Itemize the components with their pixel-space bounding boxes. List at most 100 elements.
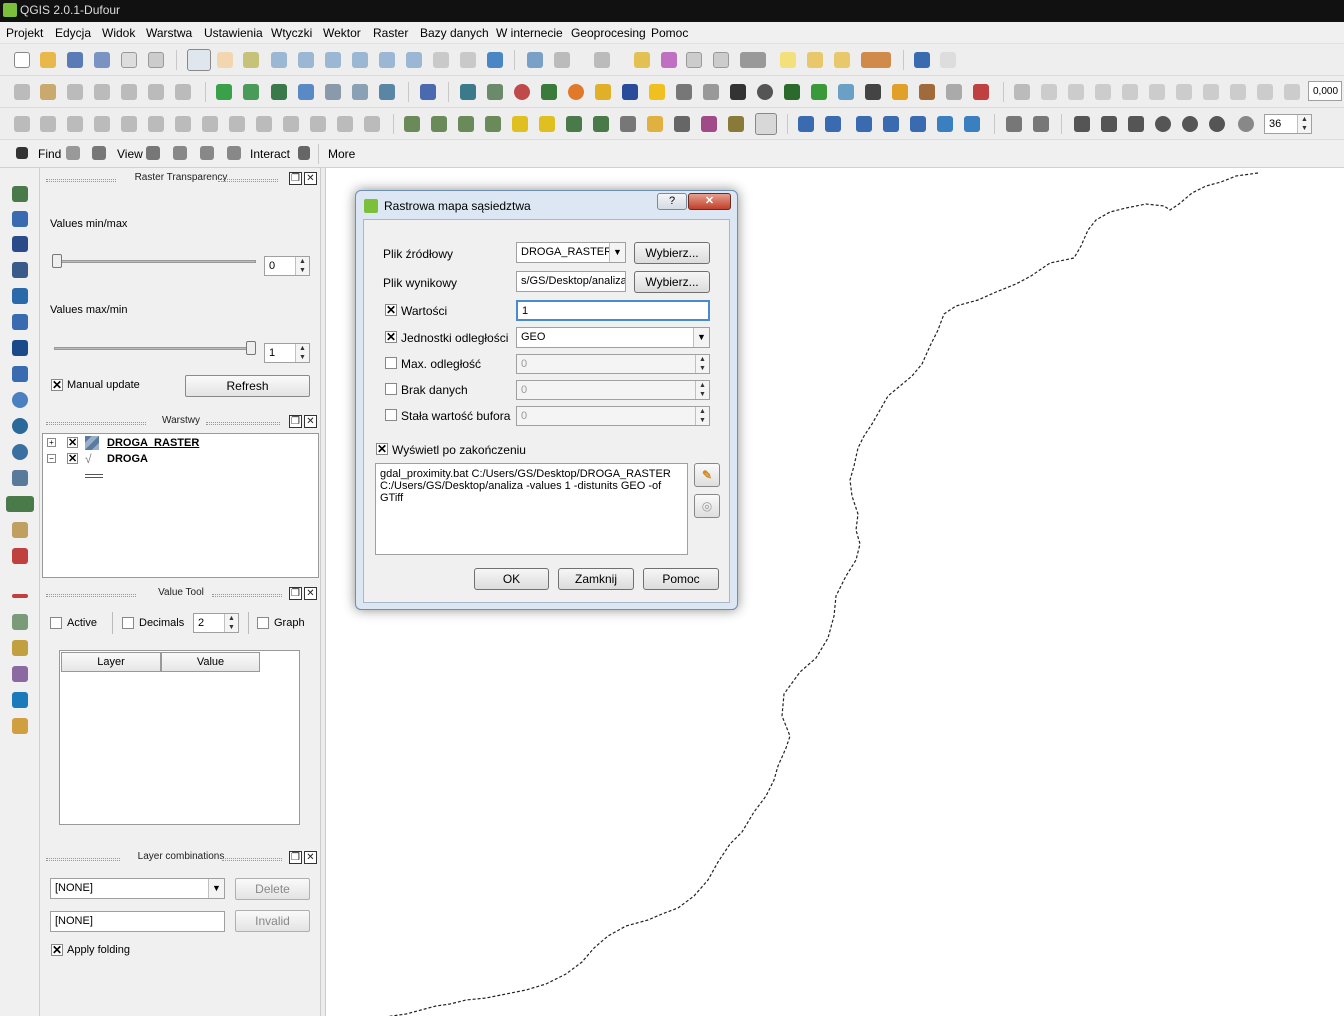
float-dock-icon[interactable]: ❐ (289, 587, 302, 600)
save-project-icon[interactable] (67, 52, 83, 68)
select-dropdown-icon[interactable] (554, 52, 570, 68)
plugin-tool-icon[interactable] (121, 84, 137, 100)
dock-grip[interactable] (46, 858, 120, 861)
plugin-tool-icon[interactable] (12, 614, 28, 630)
add-mssql-icon[interactable] (12, 288, 28, 304)
split-features-icon[interactable] (256, 116, 272, 132)
shape-tool-icon[interactable] (1155, 116, 1171, 132)
plugin-tool-icon[interactable] (811, 84, 827, 100)
maxdist-spinbox[interactable]: 0 ▲ ▼ (516, 354, 710, 374)
new-layer-dropdown-icon[interactable] (6, 496, 34, 512)
plugin-tool-icon[interactable] (12, 692, 28, 708)
save-edits-icon[interactable] (1068, 84, 1084, 100)
min-slider-track[interactable] (54, 260, 256, 263)
show-bookmarks-icon[interactable] (834, 52, 850, 68)
plugin-tool-icon[interactable] (622, 84, 638, 100)
menu-raster[interactable]: Raster (373, 26, 408, 40)
add-raster-layer-icon[interactable] (243, 84, 259, 100)
merge-features-icon[interactable] (283, 116, 299, 132)
zoom-out-icon[interactable] (298, 52, 314, 68)
min-value-spinbox[interactable]: 0 ▲ ▼ (264, 256, 310, 276)
select-area-icon[interactable] (594, 52, 610, 68)
plugin-tool-icon[interactable] (14, 84, 30, 100)
active-checkbox[interactable] (50, 617, 62, 629)
layer-visibility-checkbox[interactable]: ✕ (67, 437, 78, 449)
zoom-full-icon[interactable] (352, 52, 368, 68)
values-input[interactable]: 1 (516, 300, 710, 321)
float-dock-icon[interactable]: ❐ (289, 172, 302, 185)
invalid-button[interactable]: Invalid (235, 910, 310, 932)
shape-tool-icon[interactable] (1006, 116, 1022, 132)
plugin-tool-icon[interactable] (12, 718, 28, 734)
layer-visibility-checkbox[interactable]: ✕ (67, 453, 78, 465)
chevron-down-icon[interactable]: ▼ (609, 243, 625, 262)
zoom-next-icon[interactable] (460, 52, 476, 68)
maxdist-checkbox[interactable] (385, 357, 397, 369)
shape-tool-icon[interactable] (1033, 116, 1049, 132)
help-icon[interactable] (914, 52, 930, 68)
shape-tool-icon[interactable] (1209, 116, 1225, 132)
command-text-area[interactable]: gdal_proximity.bat C:/Users/GS/Desktop/D… (375, 463, 688, 555)
pin-icon[interactable] (200, 146, 214, 160)
plugin-tool-icon[interactable] (728, 116, 744, 132)
delete-selected-icon[interactable] (1176, 84, 1192, 100)
dock-grip[interactable] (222, 858, 282, 861)
dock-grip[interactable] (46, 594, 136, 597)
plugin-tool-icon[interactable] (973, 84, 989, 100)
raster-tool-icon[interactable] (937, 116, 953, 132)
menu-widok[interactable]: Widok (102, 26, 135, 40)
whats-this-icon[interactable] (940, 52, 956, 68)
delete-part-icon[interactable] (175, 116, 191, 132)
help-button[interactable]: Pomoc (643, 568, 719, 590)
plugin-tool-icon[interactable] (649, 84, 665, 100)
spin-arrows-icon[interactable]: ▲ ▼ (695, 381, 709, 399)
composer-manager-icon[interactable] (148, 52, 164, 68)
zoom-to-layer-icon[interactable] (406, 52, 422, 68)
label-tool-icon[interactable] (485, 116, 501, 132)
search-icon[interactable] (66, 146, 80, 160)
map-tips-icon[interactable] (780, 52, 796, 68)
add-wfs-icon[interactable] (12, 418, 28, 434)
spin-arrows-icon[interactable]: ▲ ▼ (1297, 115, 1311, 133)
add-postgis-icon[interactable] (12, 236, 28, 252)
cut-features-icon[interactable] (1203, 84, 1219, 100)
table-icon[interactable] (92, 146, 106, 160)
nodata-spinbox[interactable]: 0 ▲ ▼ (516, 380, 710, 400)
dock-grip[interactable] (218, 179, 278, 182)
add-raster-icon[interactable] (12, 211, 28, 227)
values-checkbox[interactable]: ✕ (385, 304, 397, 316)
add-vector-icon[interactable] (12, 186, 28, 202)
raster-tool-icon[interactable] (798, 116, 814, 132)
attribute-table-icon[interactable] (686, 52, 702, 68)
add-wms-icon[interactable] (12, 340, 28, 356)
shape-tool-icon[interactable] (1128, 116, 1144, 132)
close-dock-icon[interactable]: ✕ (304, 587, 317, 600)
redo-icon[interactable] (40, 116, 56, 132)
open-project-icon[interactable] (40, 52, 56, 68)
sun-icon[interactable] (173, 146, 187, 160)
pan-to-selection-icon[interactable] (243, 52, 259, 68)
label-rotate-icon[interactable] (593, 116, 609, 132)
expand-icon[interactable]: + (47, 438, 56, 447)
label-pin-icon[interactable] (512, 116, 528, 132)
chevron-down-icon[interactable]: ▼ (693, 328, 709, 347)
globe-icon[interactable] (460, 84, 476, 100)
menu-projekt[interactable]: Projekt (6, 26, 43, 40)
layer-droga-raster[interactable]: DROGA_RASTER (107, 437, 199, 449)
raster-tool-icon[interactable] (825, 116, 841, 132)
spiral-tool-icon[interactable] (1238, 116, 1254, 132)
menu-ustawienia[interactable]: Ustawienia (204, 26, 263, 40)
plugin-tool-icon[interactable] (175, 84, 191, 100)
refresh-tool-icon[interactable] (364, 116, 380, 132)
copy-features-icon[interactable] (1230, 84, 1246, 100)
delete-ring-icon[interactable] (148, 116, 164, 132)
add-spatialite-layer-icon[interactable] (298, 84, 314, 100)
float-dock-icon[interactable]: ❐ (289, 415, 302, 428)
column-header-value[interactable]: Value (161, 652, 260, 672)
raster-tool-icon[interactable] (910, 116, 926, 132)
view-label[interactable]: View (117, 147, 143, 161)
grid-icon[interactable] (620, 116, 636, 132)
raster-tool-icon[interactable] (883, 116, 899, 132)
distunits-select[interactable]: GEO ▼ (516, 327, 710, 348)
plugin-tool-icon[interactable] (568, 84, 584, 100)
